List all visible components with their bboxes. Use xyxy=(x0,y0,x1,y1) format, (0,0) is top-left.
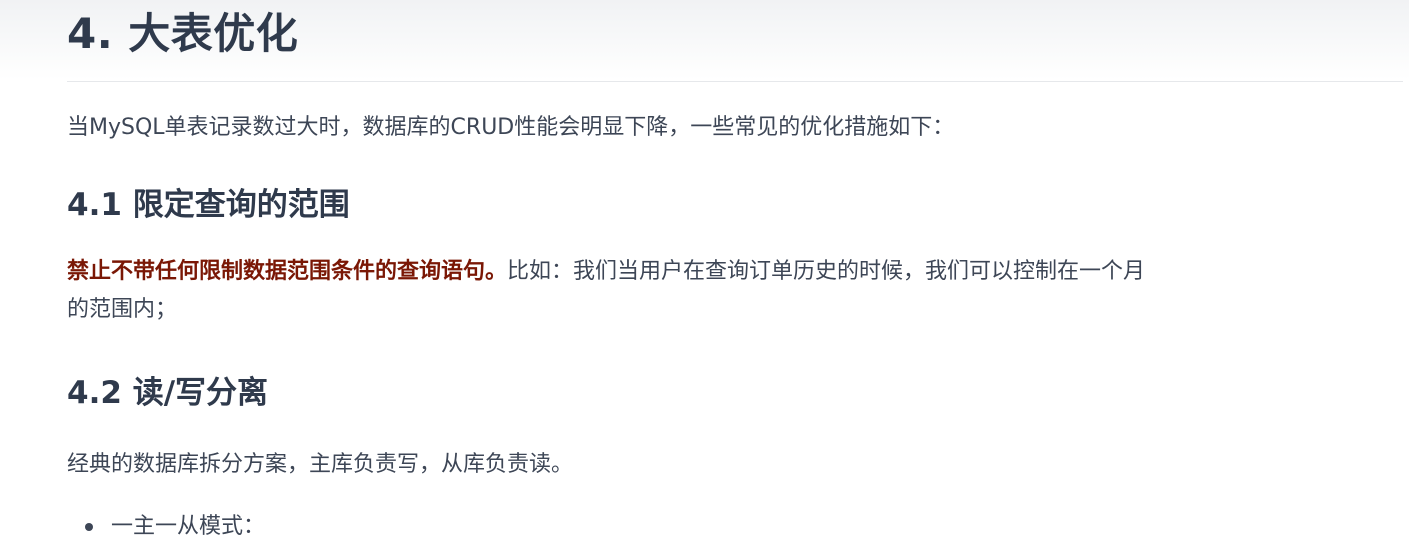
bullet-list: 一主一从模式： xyxy=(67,508,265,546)
title-divider xyxy=(67,81,1403,82)
bullet-dot-icon xyxy=(85,523,93,531)
subsection-title-read-write: 4.2 读/写分离 xyxy=(67,375,269,411)
range-emphasis-text: 禁止不带任何限制数据范围条件的查询语句。 xyxy=(67,259,508,284)
list-item-text: 一主一从模式： xyxy=(111,514,266,539)
intro-paragraph: 当MySQL单表记录数过大时，数据库的CRUD性能会明显下降，一些常见的优化措施… xyxy=(67,115,955,140)
range-paragraph: 禁止不带任何限制数据范围条件的查询语句。比如：我们当用户在查询订单历史的时候，我… xyxy=(67,253,1397,329)
range-paragraph-line-1: 禁止不带任何限制数据范围条件的查询语句。比如：我们当用户在查询订单历史的时候，我… xyxy=(67,253,1397,291)
subsection-title-range: 4.1 限定查询的范围 xyxy=(67,187,350,223)
range-paragraph-line-2: 的范围内； xyxy=(67,297,178,322)
section-title: 4. 大表优化 xyxy=(67,9,299,58)
list-item: 一主一从模式： xyxy=(67,508,265,546)
read-write-paragraph: 经典的数据库拆分方案，主库负责写，从库负责读。 xyxy=(67,452,574,477)
range-body-text: 比如：我们当用户在查询订单历史的时候，我们可以控制在一个月 xyxy=(507,259,1146,284)
